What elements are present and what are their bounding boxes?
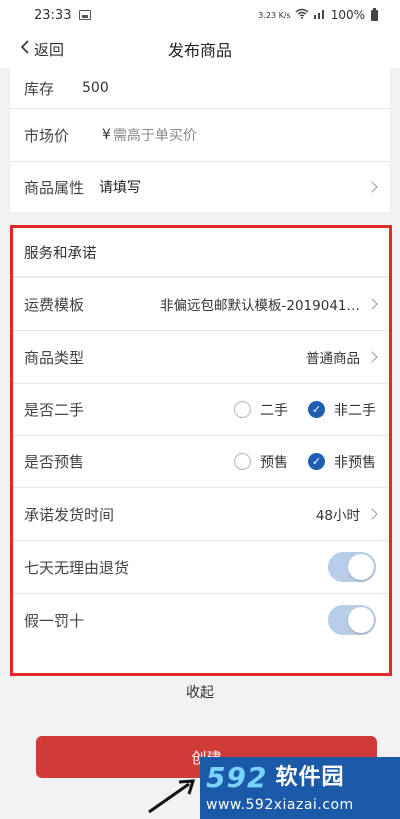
service-section-footer (10, 646, 390, 674)
option-label: 非预售 (334, 454, 376, 471)
fake-penalty-label: 假一罚十 (24, 611, 85, 630)
seven-day-return-label: 七天无理由退货 (24, 558, 130, 577)
fake-penalty-row: 假一罚十 (10, 594, 390, 646)
ship-time-row[interactable]: 承诺发货时间 48小时 (10, 488, 390, 540)
attributes-row[interactable]: 商品属性 请填写 (10, 162, 390, 212)
shipping-template-row[interactable]: 运费模板 非偏远包邮默认模板-2019041… (10, 278, 390, 330)
arrow-annotation-icon (148, 779, 196, 814)
image-icon (79, 10, 92, 20)
watermark-number: 592 (206, 761, 268, 794)
option-label: 预售 (260, 454, 288, 471)
second-hand-option-yes[interactable]: 二手 (234, 400, 288, 420)
wifi-icon (295, 8, 309, 22)
shipping-template-value: 非偏远包邮默认模板-2019041… (160, 298, 360, 314)
market-price-label: 市场价 (24, 126, 70, 145)
battery-icon (371, 7, 378, 21)
stock-value[interactable]: 500 (82, 80, 109, 96)
service-section-title: 服务和承诺 (24, 245, 97, 262)
battery-level: 100% (330, 8, 365, 22)
presale-row: 是否预售 预售 ✓ 非预售 (10, 436, 390, 487)
attributes-value: 请填写 (99, 180, 142, 196)
status-right: 3.23 K/s 100% (258, 7, 378, 22)
seven-day-return-toggle[interactable] (328, 552, 376, 582)
product-type-value: 普通商品 (306, 351, 360, 367)
network-speed: 3.23 K/s (258, 10, 291, 20)
signal-icon (313, 8, 327, 22)
ship-time-value: 48小时 (315, 508, 360, 524)
presale-label: 是否预售 (24, 453, 85, 471)
shipping-template-label: 运费模板 (24, 295, 85, 314)
chevron-right-icon (366, 181, 378, 193)
product-type-label: 商品类型 (24, 348, 85, 367)
radio-checked-icon: ✓ (308, 401, 325, 418)
ship-time-label: 承诺发货时间 (24, 505, 115, 524)
service-section-header: 服务和承诺 (10, 228, 390, 276)
back-button[interactable]: 返回 (20, 39, 64, 60)
chevron-right-icon (366, 351, 378, 363)
option-label: 非二手 (334, 402, 376, 419)
status-time: 23:33 (34, 7, 72, 23)
presale-option-yes[interactable]: 预售 (234, 452, 288, 472)
stock-row[interactable]: 库存 500 (10, 68, 390, 108)
nav-bar: 返回 发布商品 (0, 30, 400, 68)
market-price-row[interactable]: 市场价 ¥ 需高于单买价 (10, 109, 390, 161)
radio-unchecked-icon (234, 453, 251, 470)
watermark-url: www.592xiazai.com (206, 797, 354, 813)
second-hand-label: 是否二手 (24, 401, 85, 419)
collapse-button[interactable]: 收起 (10, 676, 390, 710)
option-label: 二手 (260, 402, 288, 419)
watermark-brand: 软件园 (275, 765, 345, 790)
second-hand-option-no[interactable]: ✓ 非二手 (308, 400, 376, 420)
status-bar: 23:33 3.23 K/s 100% (0, 0, 400, 30)
radio-unchecked-icon (234, 401, 251, 418)
fake-penalty-toggle[interactable] (328, 605, 376, 635)
currency-symbol: ¥ (102, 127, 111, 143)
chevron-right-icon (366, 298, 378, 310)
market-price-input[interactable]: 需高于单买价 (113, 125, 197, 145)
seven-day-return-row: 七天无理由退货 (10, 541, 390, 593)
chevron-left-icon (20, 40, 30, 58)
stock-label: 库存 (24, 79, 55, 98)
presale-option-no[interactable]: ✓ 非预售 (308, 452, 376, 472)
back-label: 返回 (34, 40, 65, 59)
watermark: 592 软件园 www.592xiazai.com (200, 757, 400, 819)
second-hand-row: 是否二手 二手 ✓ 非二手 (10, 384, 390, 435)
chevron-right-icon (366, 508, 378, 520)
radio-checked-icon: ✓ (308, 453, 325, 470)
attributes-label: 商品属性 (24, 178, 85, 197)
product-type-row[interactable]: 商品类型 普通商品 (10, 331, 390, 383)
